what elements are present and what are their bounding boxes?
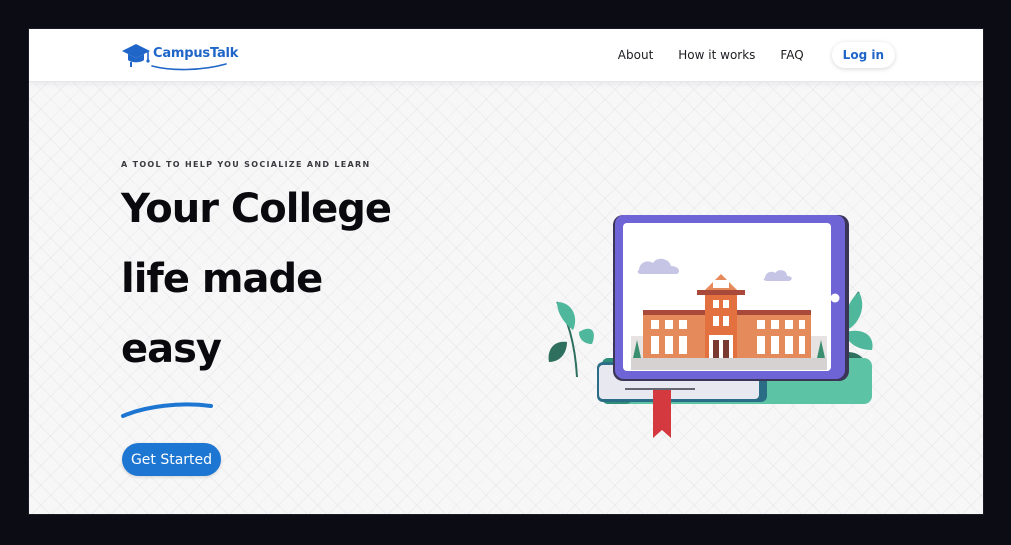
- nav-link-how-it-works[interactable]: How it works: [678, 48, 755, 62]
- headline-line-1: Your College: [121, 186, 392, 232]
- brand-name: CampusTalk: [153, 45, 239, 61]
- hero-tagline: A TOOL TO HELP YOU SOCIALIZE AND LEARN: [121, 160, 371, 169]
- nav-links: About How it works FAQ Log in: [618, 42, 895, 68]
- get-started-button[interactable]: Get Started: [122, 443, 221, 476]
- nav-link-faq[interactable]: FAQ: [780, 48, 803, 62]
- brand-underline: [151, 63, 227, 71]
- bookmark-ribbon-icon: [653, 390, 671, 438]
- headline-line-3: easy: [121, 326, 222, 372]
- tablet-icon: [613, 215, 849, 381]
- college-illustration: [548, 215, 873, 438]
- headline-underline-swoosh: [121, 402, 213, 418]
- login-button[interactable]: Log in: [831, 42, 895, 68]
- graduation-cap-icon: [122, 44, 150, 67]
- hero-headline: Your College life made easy: [121, 174, 392, 384]
- left-plant-icon: [548, 301, 594, 378]
- headline-line-2: life made: [121, 256, 323, 302]
- navbar: CampusTalk About How it works FAQ Log in: [29, 29, 983, 82]
- brand-logo[interactable]: CampusTalk: [121, 41, 239, 71]
- nav-link-about[interactable]: About: [618, 48, 653, 62]
- hero-section: A TOOL TO HELP YOU SOCIALIZE AND LEARN Y…: [29, 82, 983, 514]
- browser-viewport: CampusTalk About How it works FAQ Log in…: [29, 29, 983, 514]
